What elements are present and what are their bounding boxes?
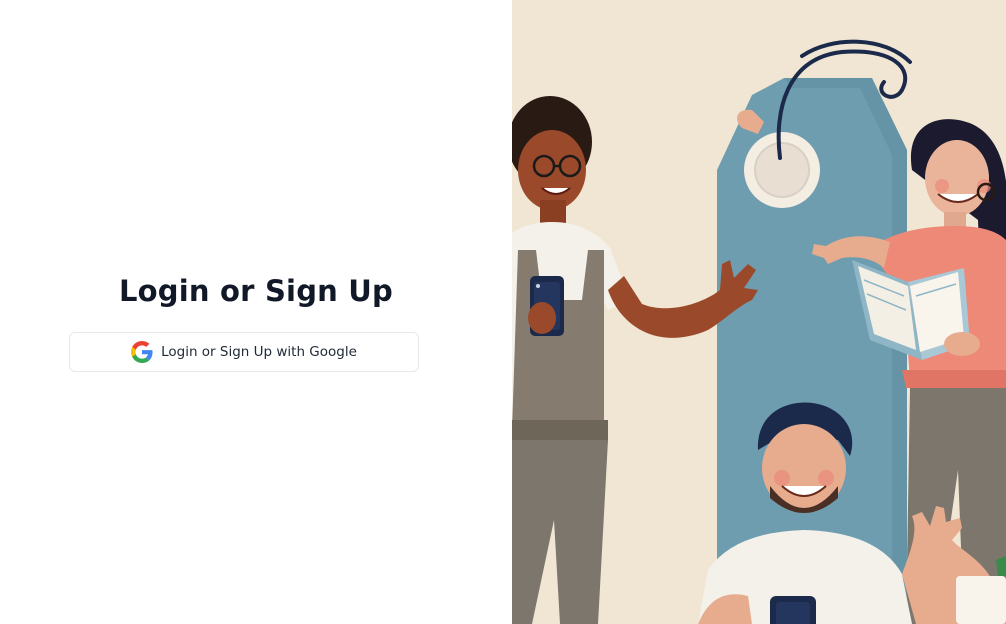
google-login-button[interactable]: Login or Sign Up with Google [69,332,419,372]
illustration-people-price-tag [512,0,1006,624]
google-login-label: Login or Sign Up with Google [161,344,357,360]
illustration-panel [512,0,1006,624]
login-panel: Login or Sign Up Login or Sign Up with G… [0,0,512,624]
login-page: Login or Sign Up Login or Sign Up with G… [0,0,1006,624]
page-title: Login or Sign Up [119,274,393,308]
google-g-icon [131,341,153,363]
